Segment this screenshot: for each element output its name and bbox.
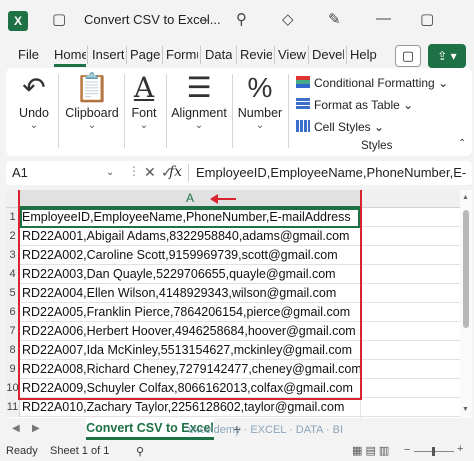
status-ready: Ready [6,445,38,457]
tab-view[interactable]: View [278,47,306,62]
ribbon-separator [58,74,59,148]
tab-separator [274,46,275,64]
status-sheet-count: Sheet 1 of 1 [50,445,110,457]
view-buttons[interactable]: ▦ ▤ ▥ [352,444,389,457]
tab-separator [346,46,347,64]
search-icon[interactable]: ⚲ [236,10,247,28]
cell-styles-button[interactable]: Cell Styles ⌄ [296,120,384,134]
chevron-down-icon: ⌄ [374,120,385,134]
insert-function-icon[interactable]: fx [169,164,182,180]
chevron-down-icon: ⌄ [255,120,265,131]
diamond-icon[interactable]: ◇ [282,10,294,28]
pen-icon[interactable]: ✎ [328,10,341,28]
scroll-down-icon[interactable]: ▼ [462,406,469,413]
clipboard-icon: 📋 [74,72,110,103]
column-header-empty[interactable] [360,190,460,208]
ribbon: ↶ Undo ⌄ 📋 Clipboard ⌄ A Font ⌄ ☰ Alignm… [6,68,472,156]
font-icon: A [133,71,155,104]
status-bar: Ready Sheet 1 of 1 ⚲ ▦ ▤ ▥ − + [0,442,474,461]
tab-page-layout[interactable]: Page l [130,47,160,62]
scrollbar-thumb[interactable] [463,210,469,328]
formula-separator [188,164,189,182]
cell-styles-label: Cell Styles [314,120,371,134]
format-as-table-button[interactable]: Format as Table ⌄ [296,98,413,112]
scroll-up-icon[interactable]: ▲ [462,194,469,201]
minimize-icon[interactable]: — [376,10,391,27]
font-group[interactable]: A Font ⌄ [128,70,160,131]
tab-file[interactable]: File [18,47,39,62]
tab-separator [200,46,201,64]
conditional-formatting-label: Conditional Formatting [314,76,435,90]
tab-home[interactable]: Home [54,47,86,67]
restore-icon[interactable]: ▢ [420,10,434,28]
font-label: Font [131,106,157,120]
more-icon: ⋮ [128,164,140,178]
chevron-left-icon[interactable]: ◀ [12,423,20,434]
excel-logo-icon: X [8,11,28,31]
ribbon-separator [288,74,289,148]
tab-separator [236,46,237,64]
chevron-down-icon: ⌄ [29,120,39,131]
tab-separator [126,46,127,64]
ribbon-separator [166,74,167,148]
format-as-table-label: Format as Table [314,98,400,112]
table-row[interactable]: 11 RD22A010,Zachary Taylor,2256128602,ta… [6,398,460,417]
tab-review[interactable]: Revie [240,47,272,62]
undo-icon: ↶ [22,72,46,103]
comments-button[interactable]: ▢ [395,45,421,67]
cancel-icon[interactable]: ✕ [144,164,156,181]
cell-styles-icon [296,120,310,132]
chevron-down-icon: ⌄ [438,76,449,90]
title-bar: X ▢ Convert CSV to Excel... ⌄ ⚲ ◇ ✎ — ▢ [0,0,474,40]
tab-separator [308,46,309,64]
tab-developer[interactable]: Devel [312,47,344,62]
chevron-down-icon: ⌄ [403,98,414,112]
watermark: exceldemy · EXCEL · DATA · BI [188,424,344,436]
number-label: Number [237,106,283,120]
undo-label: Undo [19,106,49,120]
vertical-scrollbar[interactable]: ▲ ▼ [460,190,472,418]
tab-separator [87,46,88,64]
tab-help[interactable]: Help [350,47,377,62]
formula-input[interactable]: EmployeeID,EmployeeName,PhoneNumber,E- [196,165,468,180]
alignment-label: Alignment [171,106,227,120]
tab-separator [162,46,163,64]
ribbon-separator [124,74,125,148]
styles-group-label: Styles [361,140,393,152]
accessibility-icon[interactable]: ⚲ [136,445,144,458]
conditional-formatting-icon [296,76,310,88]
alignment-icon: ☰ [186,72,212,103]
tab-formulas[interactable]: Formu [166,47,198,62]
chevron-down-icon: ⌄ [87,120,97,131]
alignment-group[interactable]: ☰ Alignment ⌄ [170,70,228,131]
row-number[interactable]: 11 [6,398,20,417]
clipboard-group[interactable]: 📋 Clipboard ⌄ [62,70,122,131]
table-cell[interactable]: RD22A010,Zachary Taylor,2256128602,taylo… [22,399,360,416]
formula-bar: A1 ⌄ ⋮ ✕ ✓ fx EmployeeID,EmployeeName,Ph… [6,161,472,185]
red-highlight-box [18,190,362,400]
name-box[interactable]: A1 [12,165,28,180]
format-as-table-icon [296,98,310,110]
ribbon-separator [232,74,233,148]
percent-icon: % [247,72,273,103]
zoom-in-button[interactable]: + [457,443,463,455]
zoom-out-button[interactable]: − [404,444,410,456]
tab-insert[interactable]: Insert [92,47,124,62]
title-chevron-icon[interactable]: ⌄ [201,12,210,25]
save-icon[interactable]: ▢ [52,10,66,28]
chevron-down-icon: ⌄ [139,120,149,131]
clipboard-label: Clipboard [65,106,119,120]
zoom-slider-thumb[interactable] [432,447,435,456]
chevron-down-icon: ⌄ [194,120,204,131]
tab-data[interactable]: Data [205,47,232,62]
chevron-right-icon[interactable]: ▶ [32,423,40,434]
chevron-down-icon[interactable]: ⌄ [106,167,114,178]
collapse-ribbon-icon[interactable]: ⌃ [458,138,466,149]
share-button[interactable]: ⇪ ▾ [428,44,466,68]
number-group[interactable]: % Number ⌄ [236,70,284,131]
undo-group[interactable]: ↶ Undo ⌄ [14,70,54,131]
worksheet-grid[interactable]: A 1 EmployeeID,EmployeeName,PhoneNumber,… [6,190,472,418]
conditional-formatting-button[interactable]: Conditional Formatting ⌄ [296,76,448,90]
